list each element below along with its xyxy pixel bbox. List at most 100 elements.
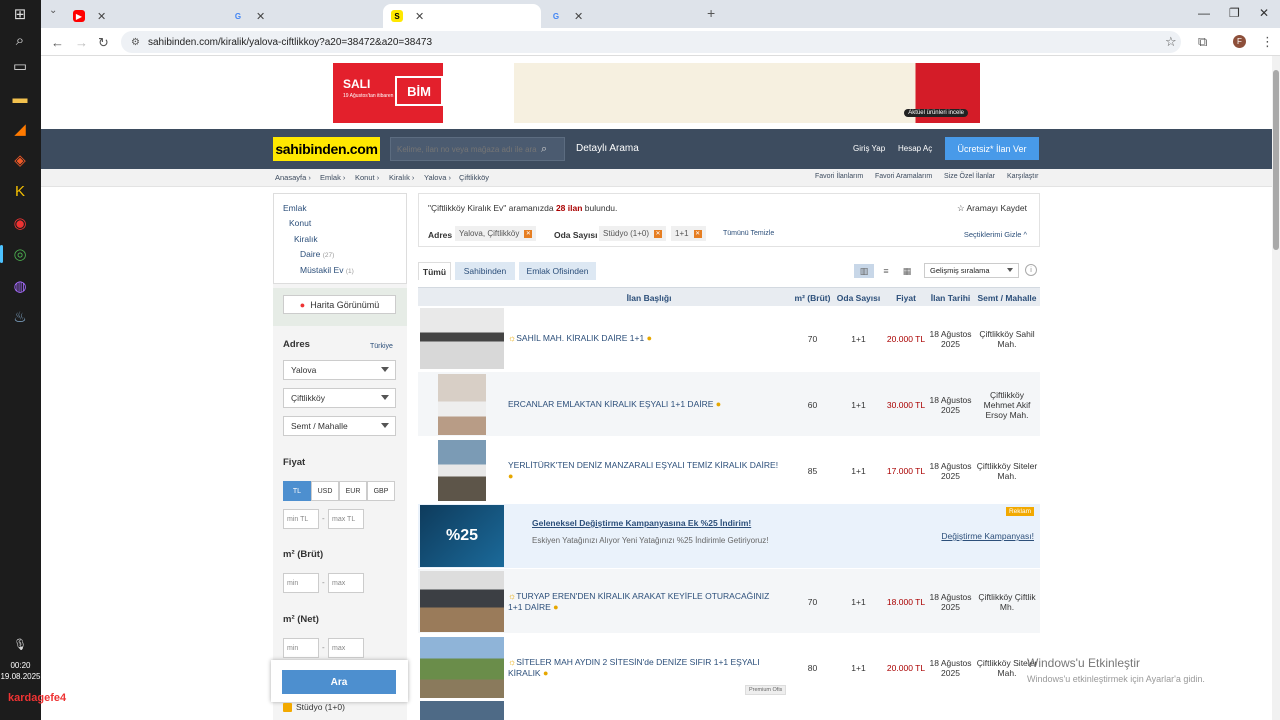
listing-title[interactable]: ☼SİTELER MAH AYDIN 2 SİTESİN'de DENİZE S…: [508, 635, 784, 700]
district-select[interactable]: Çiftlikköy: [283, 388, 396, 408]
category-emlak[interactable]: Emlak: [283, 203, 307, 213]
table-row[interactable]: ☼SİTELER MAH AYDIN 2 SİTESİN'de DENİZE S…: [418, 635, 1040, 700]
detailed-search-link[interactable]: Detaylı Arama: [576, 143, 639, 154]
room-chip-studio[interactable]: Stüdyo (1+0) ✕: [599, 226, 667, 241]
map-view-button[interactable]: ● Harita Görünümü: [283, 295, 396, 314]
compare-link[interactable]: Karşılaştır: [1007, 173, 1039, 180]
category-daire[interactable]: Daire (27): [300, 249, 334, 259]
clear-all-link[interactable]: Tümünü Temizle: [723, 230, 774, 237]
close-icon[interactable]: ✕: [256, 10, 265, 23]
table-row[interactable]: YERLİTÜRK'TEN DENİZ MANZARALI EŞYALI TEM…: [418, 438, 1040, 503]
hide-selected-link[interactable]: Seçtiklerimi Gizle ^: [964, 230, 1027, 239]
min-price-input[interactable]: min TL: [283, 509, 319, 529]
listing-thumbnail[interactable]: [420, 637, 504, 698]
new-tab-icon[interactable]: +: [707, 5, 715, 21]
address-bar[interactable]: ⚙ sahibinden.com/kiralik/yalova-ciftlikk…: [121, 31, 1181, 53]
forward-icon[interactable]: →: [75, 35, 88, 50]
listing-thumbnail[interactable]: [420, 308, 504, 369]
post-ad-button[interactable]: Ücretsiz* İlan Ver: [945, 137, 1039, 160]
category-mustakil[interactable]: Müstakil Ev (1): [300, 265, 354, 275]
search-button[interactable]: Ara: [282, 670, 396, 694]
search-icon[interactable]: ⌕: [541, 143, 547, 156]
room-chip-1plus1[interactable]: 1+1 ✕: [671, 226, 706, 241]
m2-net-min-input[interactable]: min: [283, 638, 319, 658]
m2-gross-min-input[interactable]: min: [283, 573, 319, 593]
remove-chip-icon[interactable]: ✕: [524, 229, 533, 238]
app-k-icon[interactable]: K: [8, 180, 32, 202]
close-icon[interactable]: ✕: [97, 10, 106, 23]
brave-icon[interactable]: ◈: [8, 149, 32, 171]
table-row[interactable]: ☼TURYAP EREN'DEN KİRALIK ARAKAT KEYİFLE …: [418, 569, 1040, 634]
sort-select[interactable]: Gelişmiş sıralama: [924, 263, 1019, 278]
tab-sahibinden[interactable]: S Çiftlikköy Kiralık Rezidans, Villa ✕: [383, 4, 591, 41]
personal-listings-link[interactable]: Size Özel İlanlar: [944, 173, 995, 180]
remove-chip-icon[interactable]: ✕: [654, 229, 663, 238]
breadcrumb-item[interactable]: Yalova ›: [424, 173, 451, 182]
tab-owner[interactable]: Sahibinden: [455, 262, 515, 280]
address-chip[interactable]: Yalova, Çiftlikköy ✕: [455, 226, 537, 241]
col-m2[interactable]: m² (Brüt): [793, 288, 832, 307]
sponsored-row[interactable]: %25 Geleneksel Değiştirme Kampanyasına E…: [418, 504, 1040, 568]
col-title[interactable]: İlan Başlığı: [506, 288, 792, 307]
close-window-icon[interactable]: ✕: [1259, 6, 1269, 20]
top-ad-banner[interactable]: SALI 19 Ağustos'tan itibaren BİM Aktüel ü…: [333, 63, 980, 123]
listing-thumbnail[interactable]: [438, 374, 486, 435]
tab-agency[interactable]: Emlak Ofisinden: [519, 262, 596, 280]
country-link[interactable]: Türkiye: [370, 343, 393, 350]
grid-view-icon[interactable]: ▦: [897, 264, 917, 278]
favorite-searches-link[interactable]: Favori Aramalarım: [875, 173, 932, 180]
save-search-button[interactable]: ☆ Aramayı Kaydet: [957, 203, 1027, 214]
currency-gbp[interactable]: GBP: [367, 481, 395, 501]
close-icon[interactable]: ✕: [415, 10, 424, 23]
ad-cta-button[interactable]: Aktüel ürünleri incele: [904, 109, 968, 117]
currency-usd[interactable]: USD: [311, 481, 339, 501]
m2-net-max-input[interactable]: max: [328, 638, 364, 658]
search-icon[interactable]: ⌕: [8, 29, 32, 51]
category-konut[interactable]: Konut: [289, 218, 311, 228]
breadcrumb-item[interactable]: Çiftlikköy: [459, 173, 489, 182]
chrome-icon[interactable]: ◎: [8, 243, 32, 265]
file-explorer-icon[interactable]: ▬: [8, 87, 32, 109]
table-row[interactable]: ERCANLAR EMLAKTAN KİRALIK EŞYALI 1+1 DAİ…: [418, 372, 1040, 437]
tab-all[interactable]: Tümü: [418, 262, 451, 280]
steam-icon[interactable]: ♨: [8, 306, 32, 328]
windows-start-icon[interactable]: ⊞: [8, 3, 32, 25]
ad-link[interactable]: Değiştirme Kampanyası!: [941, 531, 1034, 541]
list-view-icon[interactable]: ▥: [854, 264, 874, 278]
breadcrumb-item[interactable]: Kiralık ›: [389, 173, 414, 182]
minimize-icon[interactable]: —: [1198, 6, 1210, 20]
studio-checkbox[interactable]: Stüdyo (1+0): [283, 702, 345, 712]
page-scrollbar[interactable]: [1272, 56, 1280, 720]
scrollbar-thumb[interactable]: [1273, 70, 1279, 250]
discord-icon[interactable]: ◍: [8, 275, 32, 297]
breadcrumb-item[interactable]: Konut ›: [355, 173, 379, 182]
listing-title[interactable]: ☼SAHİL MAH. KİRALIK DAİRE 1+1 ●: [508, 306, 784, 371]
task-view-icon[interactable]: ▭: [8, 55, 32, 77]
app-icon[interactable]: ◢: [8, 118, 32, 140]
profile-avatar[interactable]: F: [1233, 35, 1246, 48]
reload-icon[interactable]: ↻: [98, 35, 109, 51]
back-icon[interactable]: ←: [51, 35, 64, 50]
category-kiralik[interactable]: Kiralık: [294, 234, 318, 244]
col-location[interactable]: Semt / Mahalle: [974, 288, 1040, 307]
close-icon[interactable]: ✕: [574, 10, 583, 23]
col-date[interactable]: İlan Tarihi: [928, 288, 973, 307]
listing-title[interactable]: YERLİTÜRK'TEN DENİZ MANZARALI EŞYALI TEM…: [508, 438, 784, 503]
tab-youtube[interactable]: ▶ YouTube ✕: [65, 4, 223, 41]
ad-image[interactable]: %25: [420, 505, 504, 567]
register-link[interactable]: Hesap Aç: [898, 144, 932, 153]
listing-thumbnail[interactable]: [420, 571, 504, 632]
breadcrumb-item[interactable]: Emlak ›: [320, 173, 345, 182]
listing-title[interactable]: ☼TURYAP EREN'DEN KİRALIK ARAKAT KEYİFLE …: [508, 569, 784, 634]
m2-gross-max-input[interactable]: max: [328, 573, 364, 593]
login-link[interactable]: Giriş Yap: [853, 144, 885, 153]
extensions-icon[interactable]: ⧉: [1198, 34, 1207, 50]
favorite-listings-link[interactable]: Favori İlanlarım: [815, 173, 863, 180]
listing-thumbnail[interactable]: [438, 440, 486, 501]
remove-chip-icon[interactable]: ✕: [693, 229, 702, 238]
tab-search-icon[interactable]: ⌄: [49, 5, 57, 16]
microphone-icon[interactable]: 🎙: [8, 633, 32, 655]
site-logo[interactable]: sahibinden.com: [273, 137, 380, 161]
tab-calculator[interactable]: G hesap makinesi - Google'da Ara ✕: [542, 4, 752, 42]
ad-title[interactable]: Geleneksel Değiştirme Kampanyasına Ek %2…: [532, 518, 751, 528]
